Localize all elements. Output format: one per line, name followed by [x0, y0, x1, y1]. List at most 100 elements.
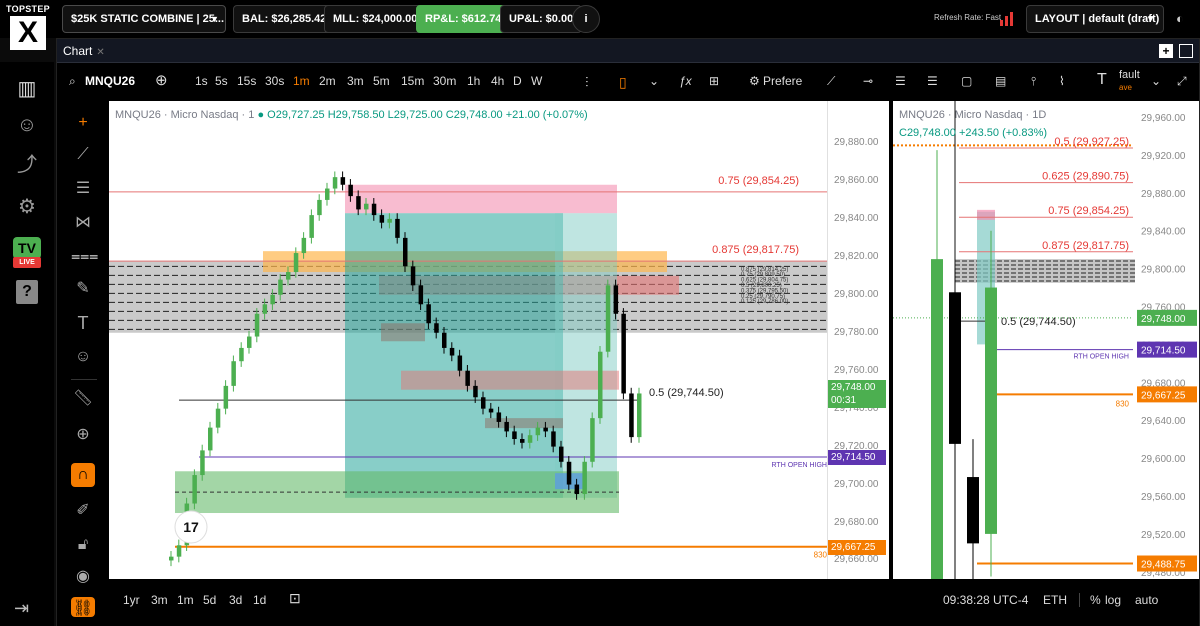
- search-icon[interactable]: ⌕: [69, 74, 76, 89]
- interval-5s[interactable]: 5s: [215, 74, 228, 88]
- layout-selector[interactable]: LAYOUT | default (draft) ▼: [1026, 5, 1164, 33]
- lock-icon[interactable]: 🔓︎: [71, 533, 95, 557]
- percent-toggle[interactable]: %: [1079, 593, 1101, 607]
- rectangle-icon[interactable]: ▢: [961, 74, 972, 88]
- interval-15s[interactable]: 15s: [237, 74, 256, 88]
- chart-pane-1d[interactable]: 29,960.00 29,920.00 29,880.00 29,840.00 29,8…: [893, 101, 1199, 595]
- maximize-icon[interactable]: [1179, 44, 1193, 58]
- magnet-icon[interactable]: ∩: [71, 463, 95, 487]
- interval-4h[interactable]: 4h: [491, 74, 504, 88]
- trendline-icon[interactable]: ⟋: [71, 143, 95, 167]
- bar-style-icon[interactable]: ⫶: [585, 74, 589, 91]
- candle-up: [239, 347, 244, 362]
- emoji-icon[interactable]: ☺: [71, 345, 95, 369]
- brush-icon[interactable]: ✎: [71, 277, 95, 301]
- logout-icon[interactable]: ⇥: [14, 598, 29, 619]
- horizontal-lines-icon[interactable]: ☰: [71, 177, 95, 201]
- interval-15m[interactable]: 15m: [401, 74, 424, 88]
- range-1d[interactable]: 1d: [253, 593, 266, 607]
- interval-W[interactable]: W: [531, 74, 542, 88]
- fib-icon[interactable]: ⩶: [71, 245, 98, 269]
- vertical-line-icon[interactable]: ⫯: [1031, 74, 1036, 89]
- candle-down: [473, 385, 478, 398]
- price-tick: 29,920.00: [1141, 151, 1186, 162]
- info-icon[interactable]: i: [572, 5, 600, 33]
- candle-up: [278, 279, 283, 295]
- interval-30m[interactable]: 30m: [433, 74, 456, 88]
- text-icon[interactable]: T: [71, 311, 95, 335]
- ruler-icon[interactable]: 📏︎: [71, 387, 95, 411]
- users-icon[interactable]: ☺: [14, 112, 40, 138]
- candles-icon[interactable]: ▯: [619, 74, 627, 91]
- indicators-icon[interactable]: ƒx: [679, 74, 692, 88]
- tv-live-button[interactable]: TV LIVE: [13, 237, 41, 271]
- account-selector[interactable]: $25K STATIC COMBINE | 25... ▼: [62, 5, 226, 33]
- range-3d[interactable]: 3d: [229, 593, 242, 607]
- candle-down: [559, 446, 564, 462]
- signal-icon: [1000, 12, 1013, 26]
- range-1m[interactable]: 1m: [177, 593, 194, 607]
- wave-icon[interactable]: ⌇: [1059, 74, 1065, 88]
- candle-up: [535, 427, 541, 436]
- gear-icon[interactable]: ⚙: [14, 194, 40, 220]
- interval-D[interactable]: D: [513, 74, 522, 88]
- close-icon[interactable]: ✕: [96, 47, 104, 58]
- eye-icon[interactable]: ◉: [71, 565, 95, 589]
- chevron-down-icon[interactable]: ⌄: [1151, 74, 1161, 88]
- fib-label: 0.5 (29,927.25): [1054, 136, 1129, 148]
- chevron-down-icon[interactable]: ⌄: [649, 74, 659, 88]
- gann-box-icon[interactable]: ▤: [995, 74, 1006, 88]
- info-glyph: i: [584, 13, 588, 25]
- range-5d[interactable]: 5d: [203, 593, 216, 607]
- session-toggle[interactable]: ETH: [1043, 593, 1067, 607]
- symbol-search[interactable]: MNQU26: [85, 74, 135, 88]
- chart-canvas-1m[interactable]: 08:3008:4509:0009:1509:3009:4510:0010:15…: [109, 101, 883, 595]
- interval-3m[interactable]: 3m: [347, 74, 364, 88]
- text-tool-icon[interactable]: T: [1097, 71, 1107, 89]
- rth-label: RTH OPEN HIGH: [1074, 354, 1130, 361]
- preferences-button[interactable]: Prefere: [763, 74, 802, 88]
- settings-icon[interactable]: ⚙: [749, 74, 760, 88]
- tab-chart[interactable]: Chart ✕: [63, 39, 105, 63]
- auto-toggle[interactable]: auto: [1135, 593, 1158, 607]
- trend-icon[interactable]: ⤴: [14, 152, 40, 178]
- theme-icon[interactable]: ◐: [1176, 11, 1184, 26]
- interval-30s[interactable]: 30s: [265, 74, 284, 88]
- chart-pane-1m[interactable]: 08:3008:4509:0009:1509:3009:4510:0010:15…: [109, 101, 883, 595]
- price-scale-1m[interactable]: 29,880.00 29,860.00 29,840.00 29,820.00 29,8…: [827, 101, 889, 595]
- templates-icon[interactable]: ⊞: [709, 74, 719, 88]
- zoom-in-icon[interactable]: ⊕: [71, 423, 95, 447]
- clock[interactable]: 09:38:28 UTC-4: [943, 593, 1028, 607]
- compare-add-icon[interactable]: ⊕: [155, 71, 168, 89]
- horizontal-ray-icon[interactable]: ⊸: [863, 74, 873, 88]
- channel-icon[interactable]: ☰: [895, 74, 906, 88]
- range-3m[interactable]: 3m: [151, 593, 168, 607]
- brown-zone: [381, 323, 425, 342]
- interval-5m[interactable]: 5m: [373, 74, 390, 88]
- interval-1h[interactable]: 1h: [467, 74, 480, 88]
- candle-down: [967, 477, 979, 544]
- candle-up: [387, 218, 392, 223]
- interval-1m[interactable]: 1m: [293, 74, 310, 88]
- candle-up: [985, 287, 997, 534]
- level-830-label: 830: [1116, 399, 1130, 408]
- crosshair-icon[interactable]: +: [71, 111, 95, 135]
- legend-low: L29,725.00: [387, 109, 443, 121]
- fib-retracement-icon[interactable]: ☰: [927, 74, 938, 88]
- save-partial[interactable]: ave: [1119, 83, 1132, 92]
- link-icon[interactable]: ⛓: [71, 597, 95, 617]
- lock-draw-icon[interactable]: ✐: [71, 499, 95, 523]
- log-toggle[interactable]: log: [1105, 593, 1121, 607]
- add-panel-icon[interactable]: +: [1159, 44, 1173, 58]
- range-1yr[interactable]: 1yr: [123, 593, 140, 607]
- goto-date-icon[interactable]: ⊡: [289, 590, 301, 607]
- trendline-icon[interactable]: ⟋: [827, 74, 835, 89]
- candle-down: [551, 431, 556, 447]
- interval-2m[interactable]: 2m: [319, 74, 336, 88]
- fullscreen-icon[interactable]: ⤢: [1177, 74, 1187, 89]
- chart-candles-icon[interactable]: ▥: [14, 76, 40, 102]
- pattern-icon[interactable]: ⋈: [71, 211, 95, 235]
- interval-1s[interactable]: 1s: [195, 74, 208, 88]
- chart-canvas-1d[interactable]: 29,960.00 29,920.00 29,880.00 29,840.00 29,8…: [893, 101, 1199, 595]
- help-icon[interactable]: ?: [16, 280, 38, 304]
